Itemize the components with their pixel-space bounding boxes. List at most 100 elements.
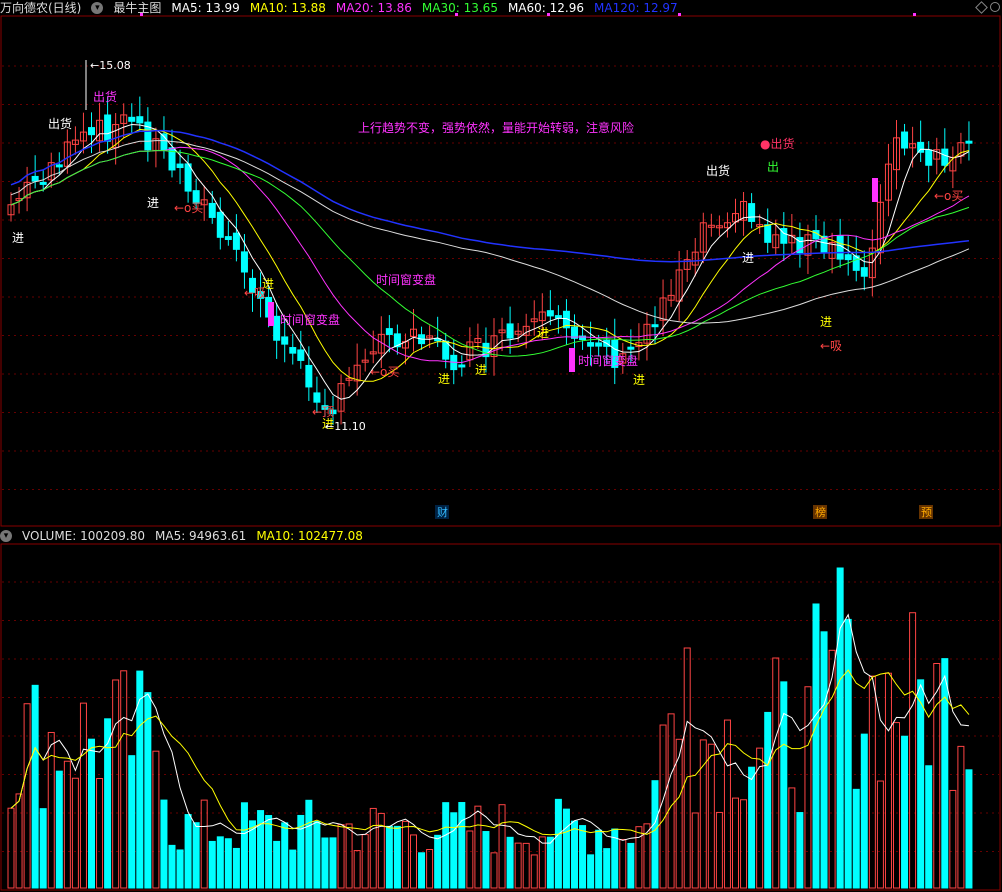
candle-body — [748, 203, 756, 222]
candle-body — [55, 164, 63, 168]
candle-body — [941, 148, 949, 166]
candle-body — [554, 315, 562, 319]
volume-bar — [788, 787, 796, 889]
volume-bar — [627, 842, 635, 889]
volume-bar — [587, 854, 595, 889]
volume-bar — [289, 849, 297, 889]
volume-bar — [377, 812, 385, 889]
volume-bar — [257, 810, 265, 889]
volume-bar — [63, 760, 71, 889]
volume-bar — [925, 765, 933, 889]
annotation-buy-label: 进 — [147, 196, 159, 210]
volume-bar — [152, 750, 160, 889]
volume-bar — [852, 788, 860, 889]
volume-bar — [337, 824, 345, 889]
time-window-marker — [268, 302, 274, 326]
volume-bar — [418, 852, 426, 889]
candle-body — [595, 342, 603, 347]
volume-bar — [224, 838, 232, 889]
candle-body — [546, 310, 554, 317]
annotation-note-label: 时间窗变盘 — [376, 272, 436, 287]
volume-bar — [530, 854, 538, 889]
volume-bar — [772, 657, 780, 889]
price-panel-frame — [0, 15, 1001, 527]
candle-body — [216, 211, 224, 238]
volume-bar — [7, 807, 15, 889]
candle-body — [88, 127, 95, 136]
volume-bar — [55, 770, 63, 889]
volume-bar — [361, 834, 369, 889]
volume-bar — [232, 847, 240, 889]
volume-bar — [265, 815, 273, 889]
candle-body — [506, 323, 514, 339]
volume-bar — [498, 804, 506, 889]
volume-bar — [426, 849, 434, 889]
volume-bar — [812, 603, 820, 889]
price-high-label: ←15.08 — [90, 59, 131, 72]
candle-body — [208, 202, 216, 218]
volume-bar — [482, 831, 490, 889]
volume-bar — [112, 679, 120, 889]
candle-body — [860, 267, 868, 277]
volume-bar — [240, 802, 248, 889]
time-window-marker — [569, 348, 575, 372]
volume-bar — [764, 711, 772, 889]
volume-bar — [71, 777, 79, 889]
volume-bar — [450, 812, 458, 889]
volume-bar — [474, 805, 482, 889]
volume-bar — [434, 834, 442, 889]
annotation-buy-label: 进 — [475, 363, 487, 377]
volume-bar — [820, 631, 828, 889]
annotation-note-label: 上行趋势不变，强势依然，量能开始转弱，注意风险 — [358, 120, 634, 135]
candle-body — [836, 235, 844, 260]
annotation-note-label: 时间窗变盘 — [280, 312, 340, 327]
volume-bar — [546, 836, 554, 889]
volume-bar — [31, 684, 39, 889]
candle-body — [297, 349, 305, 361]
candle-body — [764, 224, 772, 243]
volume-bar — [538, 836, 546, 889]
annotation-sell-label: ●出货 — [760, 136, 794, 151]
volume-bar — [514, 842, 522, 889]
candle-body — [587, 342, 595, 347]
volume-bar — [941, 658, 949, 889]
volume-bar — [562, 808, 570, 889]
volume-bar — [732, 797, 739, 889]
candle-body — [128, 116, 136, 122]
annotation-sell-label: 出 — [767, 160, 779, 174]
volume-bar — [281, 822, 289, 889]
candle-body — [31, 175, 39, 182]
top-marker — [678, 13, 681, 16]
candle-body — [458, 364, 466, 368]
candle-body — [104, 114, 112, 142]
volume-bar — [707, 743, 715, 889]
candle-body — [901, 131, 909, 149]
volume-bar — [144, 692, 152, 889]
candle-body — [273, 315, 281, 341]
candle-body — [289, 347, 297, 354]
volume-bar — [184, 814, 192, 889]
annotation-buy-label: 进 — [742, 251, 754, 265]
volume-bar — [723, 719, 731, 889]
volume-bar — [401, 820, 409, 889]
volume-bar — [554, 798, 562, 889]
candle-body — [240, 251, 248, 273]
volume-bar — [691, 812, 699, 889]
candle-body — [224, 236, 232, 240]
top-marker — [547, 13, 550, 16]
top-marker — [455, 13, 458, 16]
volume-bar — [329, 837, 337, 889]
volume-bar — [893, 722, 900, 889]
annotation-buy-label: 进 — [537, 326, 549, 340]
annotation-sell-label: 出货 — [706, 163, 730, 178]
volume-bar — [884, 672, 892, 889]
volume-bar — [160, 799, 168, 889]
volume-bar — [321, 837, 329, 889]
stock-chart-canvas[interactable]: 上行趋势不变，强势依然，量能开始转弱，注意风险出货出货出货●出货进进进进进进进进… — [0, 0, 1002, 892]
candle-body — [844, 254, 852, 261]
volume-bar — [909, 612, 917, 889]
ma5-line — [10, 123, 970, 400]
volume-bar — [917, 679, 925, 889]
volume-bar — [796, 812, 804, 889]
volume-bar — [780, 681, 788, 889]
